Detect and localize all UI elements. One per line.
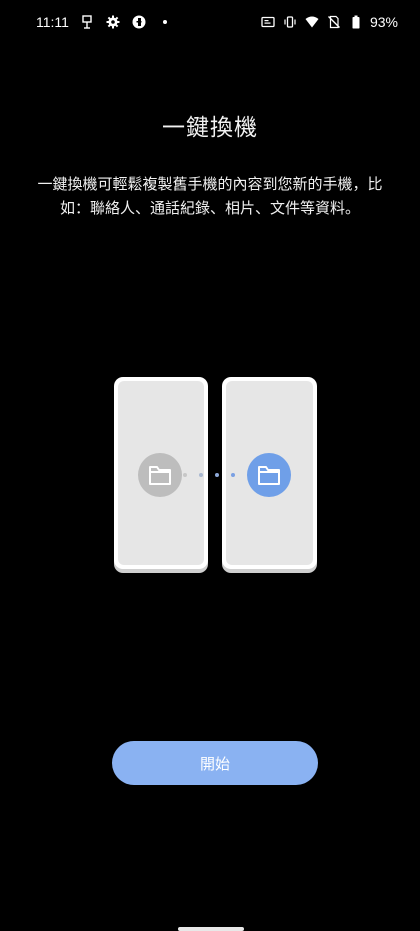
page-title: 一鍵換機 [162,115,258,141]
cast-icon [79,14,95,30]
phone-transfer-illustration [0,370,420,580]
battery-percent: 93% [369,14,398,30]
dot-icon [157,14,173,30]
app-icon [131,14,147,30]
no-sim-icon [326,14,342,30]
folder-icon [247,453,291,497]
wifi-icon [304,14,320,30]
home-indicator[interactable] [178,927,244,931]
vibrate-icon [282,14,298,30]
gear-icon [105,14,121,30]
status-bar: 11:11 93% [0,0,420,44]
status-left: 11:11 [36,14,173,30]
nfc-icon [260,14,276,30]
status-time: 11:11 [36,14,69,30]
battery-icon [348,14,364,30]
page-description: 一鍵換機可輕鬆複製舊手機的內容到您新的手機，比如：聯絡人、通話紀錄、相片、文件等… [37,175,383,217]
folder-icon [138,453,182,497]
status-right: 93% [260,14,398,30]
start-button[interactable]: 開始 [112,741,318,785]
